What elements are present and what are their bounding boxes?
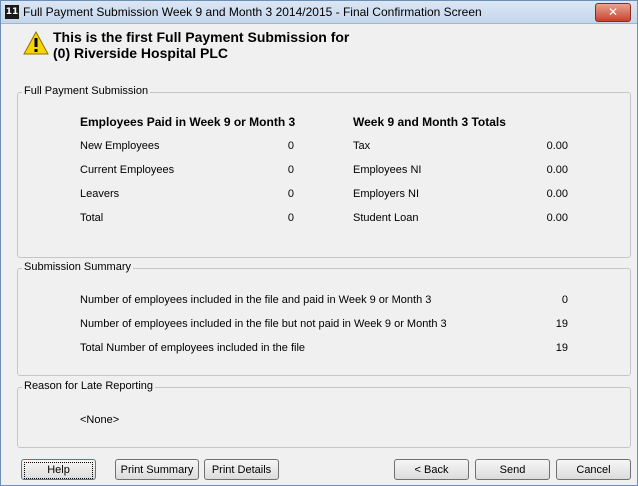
current-employees-label: Current Employees <box>80 164 175 176</box>
back-button[interactable]: < Back <box>394 459 469 480</box>
back-label: < Back <box>414 464 449 476</box>
employer-name: (0) Riverside Hospital PLC <box>53 45 229 61</box>
employers-ni-value: 0.00 <box>546 188 568 200</box>
title-bar[interactable]: 11 Full Payment Submission Week 9 and Mo… <box>1 1 637 24</box>
tax-value: 0.00 <box>546 140 568 152</box>
help-button[interactable]: Help <box>21 459 96 480</box>
employees-ni-value: 0.00 <box>546 164 568 176</box>
print-summary-button[interactable]: Print Summary <box>115 459 199 480</box>
print-summary-label: Print Summary <box>120 464 194 476</box>
leavers-label: Leavers <box>80 188 120 200</box>
full-payment-submission-group: Full Payment Submission Employees Paid i… <box>17 85 631 258</box>
summary-paid-value: 0 <box>561 294 568 306</box>
student-loan-value: 0.00 <box>546 212 568 224</box>
late-reason-value: <None> <box>80 414 120 426</box>
summary-paid-label: Number of employees included in the file… <box>80 294 432 306</box>
employees-heading: Employees Paid in Week 9 or Month 3 <box>80 115 296 129</box>
employers-ni-label: Employers NI <box>353 188 420 200</box>
close-button[interactable]: ✕ <box>595 3 631 22</box>
close-icon: ✕ <box>607 5 619 19</box>
print-details-label: Print Details <box>211 464 272 476</box>
employees-ni-label: Employees NI <box>353 164 422 176</box>
totals-heading: Week 9 and Month 3 Totals <box>353 115 506 129</box>
student-loan-label: Student Loan <box>353 212 419 224</box>
tax-label: Tax <box>353 140 371 152</box>
header-line-1: This is the first Full Payment Submissio… <box>53 29 350 45</box>
cancel-button[interactable]: Cancel <box>556 459 631 480</box>
total-label: Total <box>80 212 104 224</box>
summary-total-label: Total Number of employees included in th… <box>80 342 306 354</box>
new-employees-value: 0 <box>287 140 294 152</box>
help-button-label: Help <box>47 464 70 476</box>
submission-summary-group: Submission Summary Number of employees i… <box>17 261 631 376</box>
dialog-window: 11 Full Payment Submission Week 9 and Mo… <box>0 0 638 486</box>
application-icon: 11 <box>5 5 19 19</box>
summary-total-value: 19 <box>555 342 568 354</box>
group-legend: Submission Summary <box>22 261 133 273</box>
leavers-value: 0 <box>287 188 294 200</box>
print-details-button[interactable]: Print Details <box>204 459 279 480</box>
total-value: 0 <box>287 212 294 224</box>
window-title: Full Payment Submission Week 9 and Month… <box>23 5 482 19</box>
current-employees-value: 0 <box>287 164 294 176</box>
group-legend: Full Payment Submission <box>22 85 151 97</box>
group-legend: Reason for Late Reporting <box>22 380 156 392</box>
summary-not-paid-value: 19 <box>555 318 568 330</box>
send-button[interactable]: Send <box>475 459 550 480</box>
cancel-label: Cancel <box>576 464 611 476</box>
send-label: Send <box>499 464 526 476</box>
late-reporting-group: Reason for Late Reporting <None> <box>17 380 631 448</box>
new-employees-label: New Employees <box>80 140 160 152</box>
summary-not-paid-label: Number of employees included in the file… <box>80 318 447 330</box>
